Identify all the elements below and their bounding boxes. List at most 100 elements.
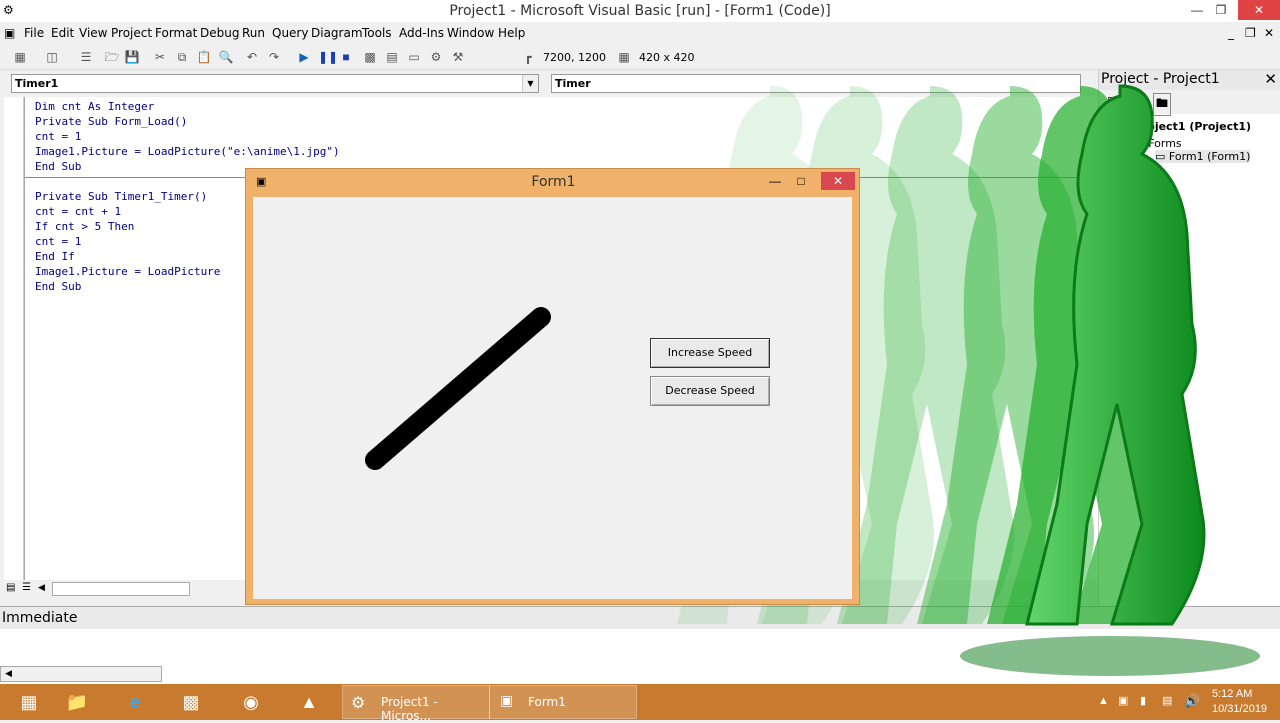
project-explorer-title: Project - Project1 bbox=[1101, 71, 1220, 87]
form1-window[interactable]: ▣ Form1 — □ ✕ Increase Speed Decrease Sp… bbox=[245, 168, 860, 605]
menu-diagram[interactable]: Diagram bbox=[311, 26, 363, 40]
view-object-icon[interactable]: ▦ bbox=[1125, 94, 1136, 108]
position-icon: ┏ bbox=[524, 50, 532, 64]
immediate-window[interactable]: Immediate ◀ bbox=[0, 606, 1280, 684]
close-button[interactable]: ✕ bbox=[1238, 0, 1280, 20]
project-explorer-toolbar: ▤ ▦ 🖿 bbox=[1099, 90, 1280, 116]
open-icon[interactable]: 🗁 bbox=[104, 49, 120, 65]
decrease-speed-button[interactable]: Decrease Speed bbox=[650, 376, 770, 406]
collapse-icon[interactable]: ⊟ bbox=[1121, 137, 1130, 150]
menu-debug[interactable]: Debug bbox=[200, 26, 239, 40]
mdi-minimize-icon[interactable]: _ bbox=[1228, 26, 1234, 40]
mdi-restore-icon[interactable]: ❐ bbox=[1245, 26, 1256, 40]
menu-run[interactable]: Run bbox=[242, 26, 265, 40]
tray-expand-icon[interactable]: ▲ bbox=[1098, 695, 1109, 707]
form-minimize-button[interactable]: — bbox=[763, 172, 787, 190]
project-explorer-icon[interactable]: ▩ bbox=[362, 49, 378, 65]
full-module-view-icon[interactable]: ☰ bbox=[22, 582, 31, 593]
undo-icon[interactable]: ↶ bbox=[244, 49, 260, 65]
menu-project[interactable]: Project bbox=[111, 26, 152, 40]
close-icon[interactable]: ✕ bbox=[1264, 70, 1277, 88]
cut-icon[interactable]: ✂ bbox=[152, 49, 168, 65]
chevron-down-icon[interactable]: ▼ bbox=[522, 75, 538, 92]
procedure-combo[interactable]: Timer bbox=[551, 74, 1081, 93]
form-maximize-button[interactable]: □ bbox=[789, 172, 813, 190]
menu-format[interactable]: Format bbox=[155, 26, 197, 40]
tray-power-icon[interactable]: ▮ bbox=[1140, 694, 1146, 707]
add-form-icon[interactable]: ◫ bbox=[44, 49, 60, 65]
increase-speed-button[interactable]: Increase Speed bbox=[650, 338, 770, 368]
mdi-close-icon[interactable]: ✕ bbox=[1264, 26, 1274, 40]
copy-icon[interactable]: ⧉ bbox=[174, 49, 190, 65]
collapse-icon[interactable]: ⊟ bbox=[1107, 120, 1116, 133]
code-line[interactable]: cnt = 1 bbox=[35, 130, 81, 143]
taskbar-form1-window[interactable]: ▣ Form1 bbox=[489, 685, 637, 719]
tree-item-form1-label: Form1 (Form1) bbox=[1168, 150, 1251, 163]
file-explorer-icon[interactable]: 📁 bbox=[48, 684, 106, 720]
code-line[interactable]: Image1.Picture = LoadPicture("e:\anime\1… bbox=[35, 145, 340, 158]
procedure-view-icon[interactable]: ▤ bbox=[6, 582, 15, 593]
menu-tools[interactable]: Tools bbox=[362, 26, 392, 40]
vlc-icon[interactable]: ▲ bbox=[280, 684, 338, 720]
network-icon[interactable]: ▤ bbox=[1162, 694, 1172, 707]
project-explorer-header: Project - Project1 ✕ bbox=[1099, 70, 1280, 90]
size-readout: 420 x 420 bbox=[639, 51, 695, 64]
tray-app-icon[interactable]: ▣ bbox=[1118, 694, 1128, 707]
menu-file[interactable]: File bbox=[24, 26, 44, 40]
menu-add-ins[interactable]: Add-Ins bbox=[399, 26, 444, 40]
code-line[interactable]: End Sub bbox=[35, 160, 81, 173]
folder-icon: 🗀 bbox=[1133, 137, 1145, 150]
code-line[interactable]: cnt = cnt + 1 bbox=[35, 205, 121, 218]
view-code-icon[interactable]: ▤ bbox=[1107, 94, 1118, 108]
code-line[interactable]: End Sub bbox=[35, 280, 81, 293]
clock-date[interactable]: 10/31/2019 bbox=[1212, 703, 1267, 715]
menu-query[interactable]: Query bbox=[272, 26, 308, 40]
window-title: Project1 - Microsoft Visual Basic [run] … bbox=[449, 3, 831, 19]
code-line[interactable]: Image1.Picture = LoadPicture bbox=[35, 265, 220, 278]
store-icon[interactable]: ▩ bbox=[162, 684, 220, 720]
volume-icon[interactable]: 🔊 bbox=[1184, 693, 1200, 709]
title-bar: ⚙ Project1 - Microsoft Visual Basic [run… bbox=[0, 0, 1280, 22]
immediate-scrollbar[interactable]: ◀ bbox=[0, 666, 162, 682]
scroll-thumb[interactable] bbox=[52, 582, 190, 596]
code-line[interactable]: Private Sub Form_Load() bbox=[35, 115, 187, 128]
find-icon[interactable]: 🔍 bbox=[218, 49, 234, 65]
menu-edit[interactable]: Edit bbox=[51, 26, 74, 40]
mdi-child-icon[interactable]: ▣ bbox=[4, 26, 15, 40]
menu-editor-icon[interactable]: ☰ bbox=[78, 49, 94, 65]
menu-help[interactable]: Help bbox=[498, 26, 525, 40]
form-layout-icon[interactable]: ▭ bbox=[406, 49, 422, 65]
position-readout: 7200, 1200 bbox=[543, 51, 606, 64]
restore-button[interactable]: ❐ bbox=[1206, 0, 1236, 20]
add-project-icon[interactable]: ▦ bbox=[12, 49, 28, 65]
firefox-icon[interactable]: ◉ bbox=[222, 684, 280, 720]
save-icon[interactable]: 💾 bbox=[124, 49, 140, 65]
properties-window-icon[interactable]: ▤ bbox=[384, 49, 400, 65]
redo-icon[interactable]: ↷ bbox=[266, 49, 282, 65]
code-line[interactable]: If cnt > 5 Then bbox=[35, 220, 134, 233]
object-combo[interactable]: Timer1 ▼ bbox=[11, 74, 539, 93]
clock-time[interactable]: 5:12 AM bbox=[1212, 688, 1252, 700]
tree-item-form1[interactable]: ▭ Form1 (Form1) bbox=[1155, 150, 1251, 163]
toolbox-icon[interactable]: ⚒ bbox=[450, 49, 466, 65]
scroll-left-icon[interactable]: ◀ bbox=[5, 668, 12, 679]
code-line[interactable]: Private Sub Timer1_Timer() bbox=[35, 190, 207, 203]
toggle-folders-icon[interactable]: 🖿 bbox=[1153, 93, 1172, 116]
code-line[interactable]: End If bbox=[35, 250, 75, 263]
start-icon[interactable]: ▶ bbox=[296, 49, 312, 65]
menu-view[interactable]: View bbox=[79, 26, 107, 40]
code-gutter bbox=[4, 97, 24, 584]
break-icon[interactable]: ❚❚ bbox=[318, 49, 338, 65]
object-browser-icon[interactable]: ⚙ bbox=[428, 49, 444, 65]
menu-bar: ▣ File Edit View Project Format Debug Ru… bbox=[0, 22, 1280, 44]
form-close-button[interactable]: ✕ bbox=[821, 172, 855, 190]
scroll-left-icon[interactable]: ◀ bbox=[38, 582, 45, 593]
internet-explorer-icon[interactable]: e bbox=[106, 684, 164, 720]
end-icon[interactable]: ■ bbox=[338, 49, 354, 65]
tree-item-project[interactable]: ⊟ ⚙ Project1 (Project1) bbox=[1107, 120, 1251, 133]
paste-icon[interactable]: 📋 bbox=[196, 49, 212, 65]
code-line[interactable]: Dim cnt As Integer bbox=[35, 100, 154, 113]
menu-window[interactable]: Window bbox=[447, 26, 494, 40]
code-line[interactable]: cnt = 1 bbox=[35, 235, 81, 248]
taskbar-vb-window[interactable]: ⚙ Project1 - Micros... bbox=[342, 685, 490, 723]
